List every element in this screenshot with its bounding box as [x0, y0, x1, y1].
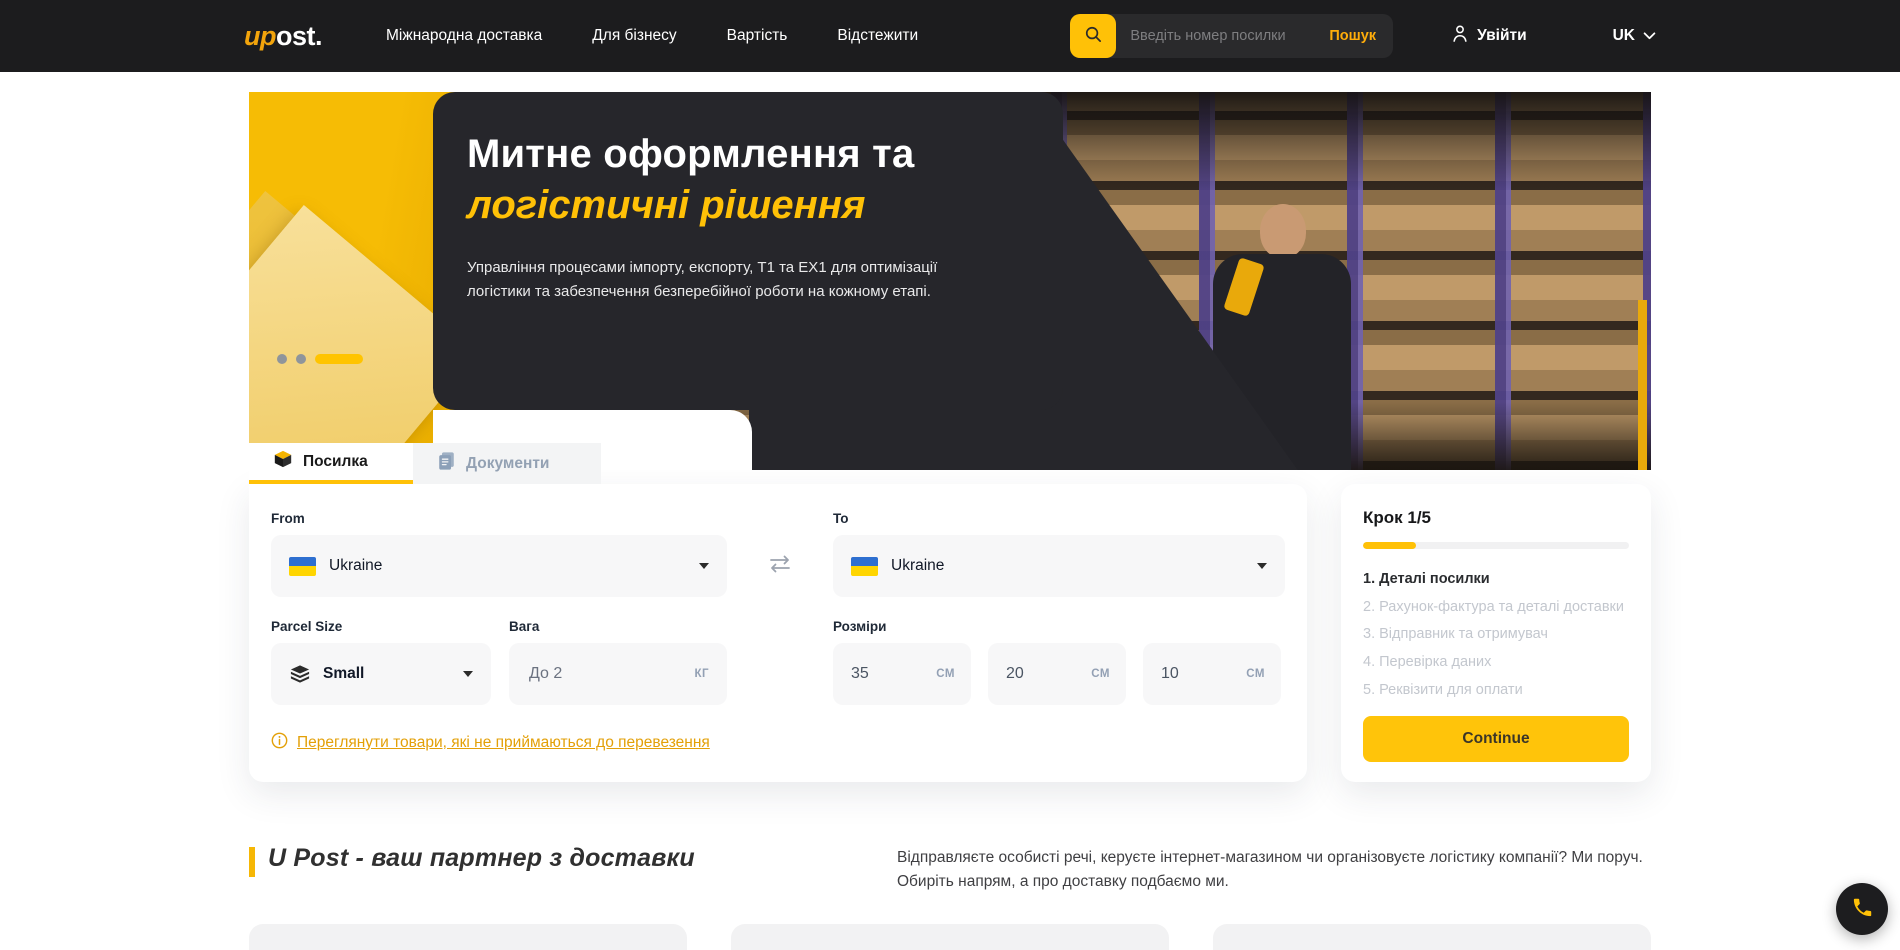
carousel-dot[interactable] [296, 354, 306, 364]
logo[interactable]: upost. [244, 21, 322, 52]
weight-label: Вага [509, 619, 727, 634]
dimension-unit: см [936, 668, 955, 680]
to-country-select[interactable]: Ukraine [833, 535, 1285, 597]
phone-fab-button[interactable] [1836, 883, 1888, 935]
dimension-unit: см [1091, 668, 1110, 680]
step-item-2: 2. Рахунок-фактура та деталі доставки [1363, 598, 1629, 616]
step-item-3: 3. Відправник та отримувач [1363, 625, 1629, 643]
parcel-size-value: Small [323, 665, 364, 683]
nav-link-pricing[interactable]: Вартість [727, 27, 788, 45]
login-button[interactable]: Увійти [1451, 24, 1527, 48]
tab-parcel[interactable]: Посилка [249, 443, 413, 484]
step-item-1: 1. Деталі посилки [1363, 570, 1629, 588]
progress-bar-fill [1363, 542, 1416, 549]
dimension-length-input[interactable] [849, 664, 936, 684]
swap-directions-button[interactable] [763, 550, 797, 581]
nav-link-for-business[interactable]: Для бізнесу [592, 27, 676, 45]
ukraine-flag-icon [851, 557, 878, 576]
hero-carousel-slide-left [249, 92, 459, 470]
dimension-height-input[interactable] [1159, 664, 1246, 684]
search-submit-button[interactable]: Пошук [1312, 28, 1393, 44]
parcel-size-select[interactable]: Small [271, 643, 491, 705]
from-country-value: Ukraine [329, 557, 382, 575]
partner-description: Відправляєте особисті речі, керуєте інте… [897, 844, 1651, 894]
parcel-size-label: Parcel Size [271, 619, 491, 634]
hero-description: Управління процесами імпорту, експорту, … [467, 256, 972, 305]
heading-accent-bar [249, 847, 255, 877]
worker-photo [1260, 204, 1306, 258]
dimensions-label: Розміри [833, 619, 1285, 634]
ukraine-flag-icon [289, 557, 316, 576]
tab-documents[interactable]: Документи [413, 443, 601, 484]
direction-card[interactable] [1213, 924, 1651, 950]
logo-rest: ost. [276, 21, 322, 51]
step-item-4: 4. Перевірка даних [1363, 653, 1629, 671]
envelope-graphic [249, 205, 459, 470]
nav-link-track[interactable]: Відстежити [837, 27, 918, 45]
language-selector[interactable]: UK [1613, 27, 1656, 45]
direction-cards-row [249, 924, 1651, 950]
partner-section: U Post - ваш партнер з доставки Відправл… [249, 844, 1651, 894]
tab-documents-label: Документи [466, 455, 549, 473]
steps-title: Крок 1/5 [1363, 508, 1629, 528]
search-icon [1084, 25, 1103, 47]
caret-down-icon [463, 671, 473, 677]
phone-icon [1851, 896, 1874, 922]
carousel-indicators [277, 354, 363, 364]
hero-title-line2: логістичні рішення [467, 181, 1047, 229]
from-label: From [271, 511, 727, 526]
carousel-dot-active[interactable] [315, 354, 363, 364]
continue-button[interactable]: Continue [1363, 716, 1629, 762]
navbar: upost. Міжнародна доставка Для бізнесу В… [0, 0, 1900, 72]
parcel-box-icon [273, 449, 293, 474]
caret-down-icon [1257, 563, 1267, 569]
caret-down-icon [699, 563, 709, 569]
dimension-width-input[interactable] [1004, 664, 1091, 684]
nav-links: Міжнародна доставка Для бізнесу Вартість… [386, 27, 918, 45]
documents-icon [437, 451, 456, 476]
nav-link-international-delivery[interactable]: Міжнародна доставка [386, 27, 542, 45]
partner-heading: U Post - ваш партнер з доставки [268, 844, 695, 877]
hero-title-line1: Митне оформлення та [467, 130, 1047, 178]
tab-parcel-label: Посилка [303, 453, 368, 471]
hero-banner: Митне оформлення та логістичні рішення У… [249, 92, 1651, 470]
weight-input[interactable] [527, 664, 694, 684]
progress-bar [1363, 542, 1629, 549]
shipment-type-tabs: Посилка Документи [249, 443, 1651, 484]
search-icon-button[interactable] [1070, 14, 1116, 58]
parcel-box-icon [289, 664, 311, 684]
language-code: UK [1613, 27, 1635, 45]
tracking-number-input[interactable] [1116, 28, 1312, 44]
to-label: To [833, 511, 1285, 526]
from-country-select[interactable]: Ukraine [271, 535, 727, 597]
direction-card[interactable] [249, 924, 687, 950]
to-country-value: Ukraine [891, 557, 944, 575]
info-icon [271, 732, 288, 754]
restricted-items-link[interactable]: Переглянути товари, які не приймаються д… [271, 732, 710, 754]
step-item-5: 5. Реквізити для оплати [1363, 681, 1629, 699]
tracking-search: Пошук [1070, 14, 1393, 58]
carousel-dot[interactable] [277, 354, 287, 364]
user-icon [1451, 24, 1469, 48]
restricted-items-link-label: Переглянути товари, які не приймаються д… [297, 734, 710, 752]
logo-accent: up [244, 21, 276, 51]
chevron-down-icon [1643, 27, 1656, 45]
steps-panel: Крок 1/5 1. Деталі посилки 2. Рахунок-фа… [1341, 484, 1651, 782]
dimension-unit: см [1246, 668, 1265, 680]
steps-list: 1. Деталі посилки 2. Рахунок-фактура та … [1363, 570, 1629, 699]
direction-card[interactable] [731, 924, 1169, 950]
login-label: Увійти [1477, 27, 1527, 45]
weight-unit: кг [694, 668, 709, 680]
shipment-form-card: From Ukraine To [249, 484, 1307, 782]
swap-arrows-icon [767, 562, 793, 577]
